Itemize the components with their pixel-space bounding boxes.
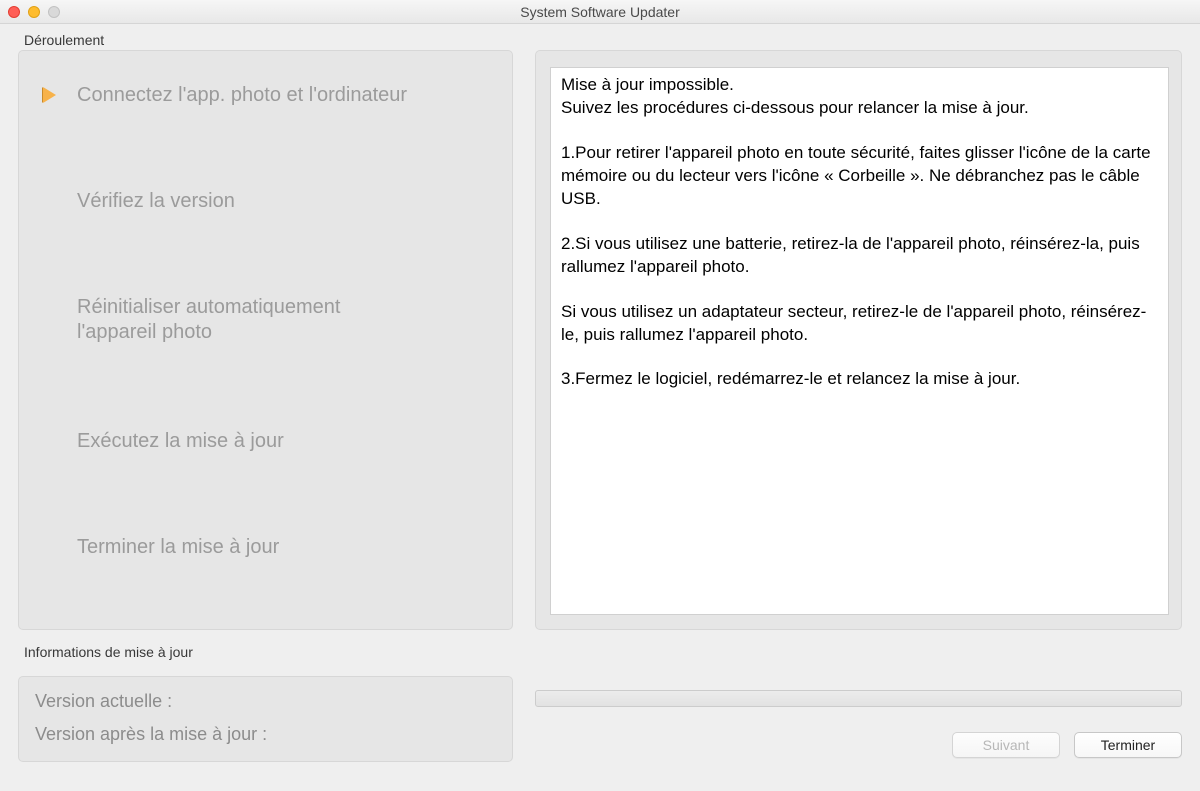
message-line: Si vous utilisez un adaptateur secteur, …	[561, 301, 1158, 347]
step-icon-placeholder	[39, 429, 59, 453]
finish-button[interactable]: Terminer	[1074, 732, 1182, 758]
button-row: Suivant Terminer	[535, 732, 1182, 762]
step-reset: Réinitialiser automatiquement l'appareil…	[39, 295, 492, 345]
message-line: 3.Fermez le logiciel, redémarrez-le et r…	[561, 368, 1158, 391]
message-line: 2.Si vous utilisez une batterie, retirez…	[561, 233, 1158, 279]
message-panel: Mise à jour impossible. Suivez les procé…	[535, 50, 1182, 630]
zoom-icon	[48, 6, 60, 18]
progress-bar	[535, 690, 1182, 707]
step-icon-placeholder	[39, 295, 59, 319]
content: Déroulement Connectez l'app. photo et l'…	[0, 24, 1200, 791]
step-label: Connectez l'app. photo et l'ordinateur	[77, 83, 407, 108]
steps-panel: Connectez l'app. photo et l'ordinateur V…	[18, 50, 513, 630]
step-label: Exécutez la mise à jour	[77, 429, 284, 454]
progress-section-header: Déroulement	[18, 32, 1182, 48]
step-icon-placeholder	[39, 535, 59, 559]
window-title: System Software Updater	[0, 4, 1200, 20]
next-button: Suivant	[952, 732, 1060, 758]
info-section-header: Informations de mise à jour	[18, 644, 1182, 660]
step-execute: Exécutez la mise à jour	[39, 429, 492, 454]
message-line: Mise à jour impossible. Suivez les procé…	[561, 74, 1158, 120]
minimize-icon[interactable]	[28, 6, 40, 18]
right-bottom: Suivant Terminer	[535, 676, 1182, 762]
window-controls	[8, 6, 60, 18]
step-verify: Vérifiez la version	[39, 189, 492, 214]
info-current: Version actuelle :	[35, 691, 496, 712]
step-icon-placeholder	[39, 189, 59, 213]
info-panel: Version actuelle : Version après la mise…	[18, 676, 513, 762]
message-line: 1.Pour retirer l'appareil photo en toute…	[561, 142, 1158, 211]
titlebar: System Software Updater	[0, 0, 1200, 24]
play-icon	[39, 83, 59, 107]
close-icon[interactable]	[8, 6, 20, 18]
step-finish: Terminer la mise à jour	[39, 535, 492, 560]
info-after-label: Version après la mise à jour :	[35, 724, 267, 744]
step-label: Vérifiez la version	[77, 189, 235, 214]
info-after: Version après la mise à jour :	[35, 724, 496, 745]
step-label: Réinitialiser automatiquement l'appareil…	[77, 295, 417, 345]
info-current-label: Version actuelle :	[35, 691, 172, 711]
step-connect: Connectez l'app. photo et l'ordinateur	[39, 83, 492, 108]
message-box: Mise à jour impossible. Suivez les procé…	[550, 67, 1169, 615]
step-label: Terminer la mise à jour	[77, 535, 279, 560]
